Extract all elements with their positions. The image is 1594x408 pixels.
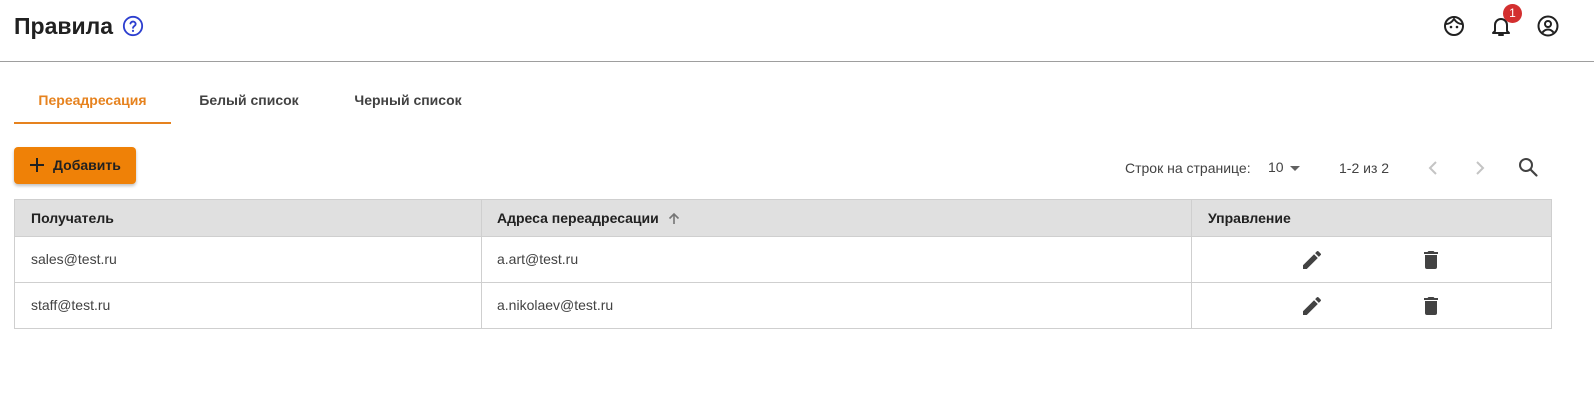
- chevron-left-icon: [1428, 161, 1437, 175]
- forward-address-cell: a.art@test.ru: [497, 251, 579, 267]
- search-icon: [1519, 158, 1538, 177]
- trash-icon: [1424, 297, 1438, 315]
- next-page-button[interactable]: [1468, 156, 1492, 180]
- plus-icon: [28, 156, 46, 174]
- arrow-up-icon: [668, 213, 679, 225]
- column-header-actions: Управление: [1208, 210, 1291, 226]
- active-tab-indicator: [14, 122, 171, 124]
- table-header: Получатель Адреса переадресации Управлен…: [15, 200, 1551, 237]
- prev-page-button[interactable]: [1421, 156, 1445, 180]
- caret-down-icon[interactable]: [1290, 166, 1300, 171]
- table-row: staff@test.ru a.nikolaev@test.ru: [15, 283, 1551, 329]
- notification-badge: 1: [1503, 4, 1522, 23]
- delete-button[interactable]: [1419, 294, 1443, 318]
- delete-button[interactable]: [1419, 248, 1443, 272]
- app-header: Правила 1: [0, 0, 1594, 62]
- search-button[interactable]: [1516, 155, 1540, 179]
- rows-per-page-select[interactable]: 10: [1268, 159, 1284, 175]
- table-row: sales@test.ru a.art@test.ru: [15, 237, 1551, 283]
- add-button-label: Добавить: [53, 157, 121, 173]
- tab-forwarding[interactable]: Переадресация: [14, 78, 171, 124]
- rules-table: Получатель Адреса переадресации Управлен…: [14, 199, 1552, 329]
- account-circle-icon[interactable]: [1536, 14, 1560, 38]
- column-header-forward-addresses[interactable]: Адреса переадресации: [481, 200, 1191, 236]
- page-range: 1-2 из 2: [1339, 160, 1390, 176]
- add-button[interactable]: Добавить: [14, 147, 136, 184]
- support-face-icon[interactable]: [1442, 14, 1466, 38]
- column-header-recipient[interactable]: Получатель: [15, 200, 481, 236]
- page-title: Правила: [14, 13, 114, 39]
- tab-whitelist[interactable]: Белый список: [184, 78, 314, 124]
- edit-button[interactable]: [1300, 294, 1324, 318]
- tab-blacklist[interactable]: Черный список: [340, 78, 476, 124]
- pencil-icon: [1303, 296, 1321, 315]
- column-header-forward-label: Адреса переадресации: [497, 210, 659, 226]
- rows-per-page-label: Строк на странице:: [1125, 160, 1251, 176]
- help-icon[interactable]: [122, 15, 144, 37]
- pencil-icon: [1303, 250, 1321, 269]
- recipient-cell: sales@test.ru: [31, 251, 117, 267]
- edit-button[interactable]: [1300, 248, 1324, 272]
- trash-icon: [1424, 251, 1438, 269]
- chevron-right-icon: [1476, 161, 1485, 175]
- recipient-cell: staff@test.ru: [31, 297, 111, 313]
- forward-address-cell: a.nikolaev@test.ru: [497, 297, 614, 313]
